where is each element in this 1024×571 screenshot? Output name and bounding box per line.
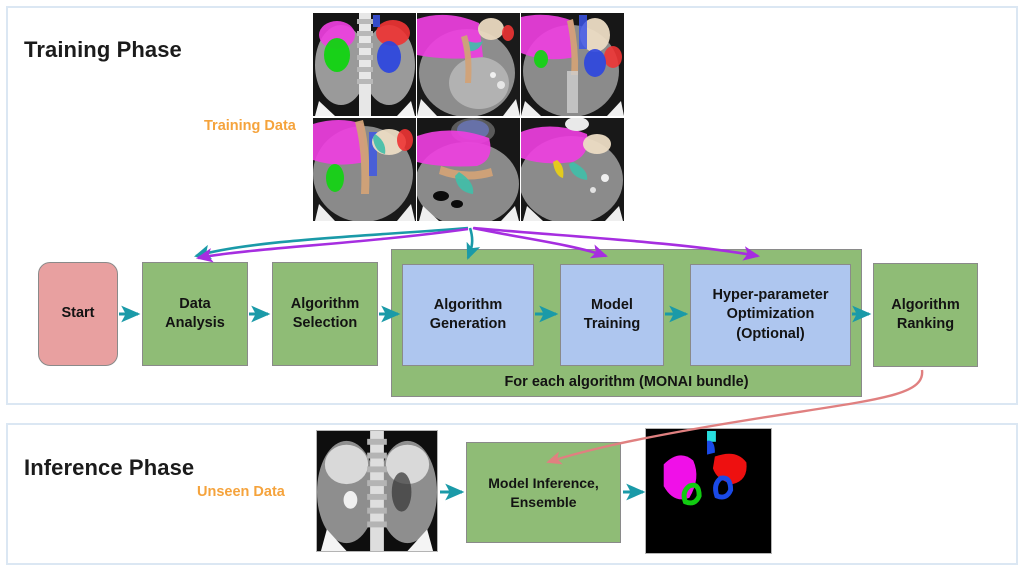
- training-data-caption: Training Data: [204, 118, 296, 134]
- node-algorithm-generation[interactable]: Algorithm Generation: [402, 264, 534, 366]
- node-algorithm-selection-label: Algorithm Selection: [290, 295, 360, 331]
- node-algorithm-generation-label: Algorithm Generation: [429, 296, 507, 332]
- node-model-training-label: Model Training: [583, 296, 641, 332]
- training-thumbnail-5: [417, 118, 520, 221]
- node-data-analysis[interactable]: Data Analysis: [142, 262, 248, 366]
- node-model-inference[interactable]: Model Inference, Ensemble: [466, 442, 621, 543]
- training-data-thumbnail-grid: [313, 13, 625, 223]
- training-phase-title: Training Phase: [24, 36, 182, 62]
- unseen-data-caption: Unseen Data: [197, 484, 285, 500]
- training-thumbnail-2: [417, 13, 520, 116]
- node-algorithm-ranking[interactable]: Algorithm Ranking: [873, 263, 978, 367]
- diagram-canvas: Training Phase Training Data Start Data …: [0, 0, 1024, 571]
- training-thumbnail-4: [313, 118, 416, 221]
- node-hyper-parameter-optimization[interactable]: Hyper-parameter Optimization (Optional): [690, 264, 851, 366]
- node-algorithm-selection[interactable]: Algorithm Selection: [272, 262, 378, 366]
- for-each-algorithm-label: For each algorithm (MONAI bundle): [504, 374, 749, 390]
- node-data-analysis-label: Data Analysis: [165, 295, 225, 331]
- training-thumbnail-1: [313, 13, 416, 116]
- training-thumbnail-3: [521, 13, 624, 116]
- segmentation-mask-image: [645, 428, 772, 554]
- node-hyper-parameter-optimization-label: Hyper-parameter Optimization (Optional): [712, 287, 829, 342]
- node-start-label: Start: [61, 305, 95, 322]
- node-start[interactable]: Start: [38, 262, 118, 366]
- node-model-training[interactable]: Model Training: [560, 264, 664, 366]
- inference-phase-title: Inference Phase: [24, 454, 195, 480]
- node-algorithm-ranking-label: Algorithm Ranking: [891, 296, 960, 332]
- node-model-inference-label: Model Inference, Ensemble: [488, 475, 599, 510]
- training-thumbnail-6: [521, 118, 624, 221]
- unseen-ct-slice-image: [316, 430, 438, 552]
